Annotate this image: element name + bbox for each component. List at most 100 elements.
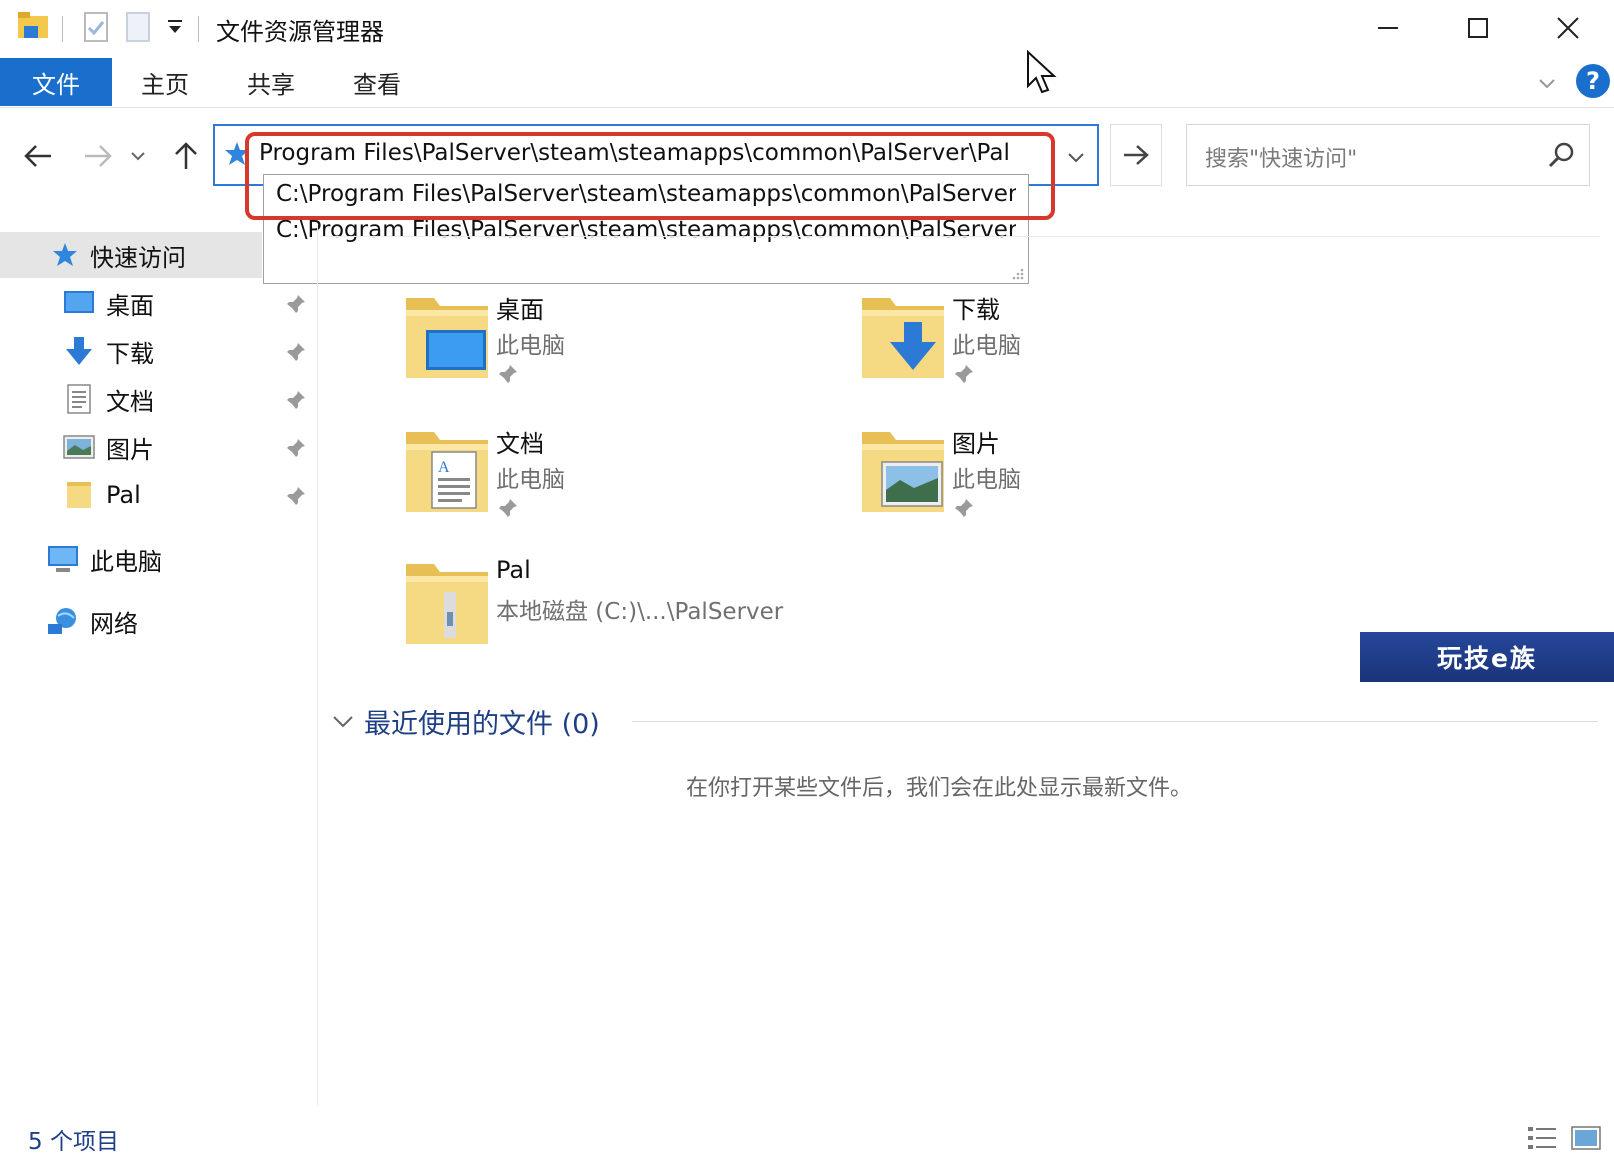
- pin-icon[interactable]: [496, 496, 520, 520]
- pal-folder-icon: [404, 556, 490, 652]
- folder-tile-downloads[interactable]: 下载 此电脑: [860, 290, 1280, 410]
- sidebar-item-pictures[interactable]: 图片: [0, 424, 318, 470]
- folder-name: 桌面: [496, 296, 544, 324]
- forward-button[interactable]: [78, 136, 118, 176]
- folder-name: Pal: [496, 556, 531, 584]
- search-input[interactable]: 搜索"快速访问": [1205, 141, 1357, 173]
- close-icon: [1557, 17, 1579, 39]
- pin-icon[interactable]: [284, 340, 308, 364]
- back-button[interactable]: [18, 136, 58, 176]
- sidebar-item-label: 网络: [90, 609, 138, 638]
- collapse-chevron-icon[interactable]: [332, 715, 354, 729]
- sidebar-item-quick-access[interactable]: 快速访问: [0, 232, 262, 278]
- pin-icon[interactable]: [284, 484, 308, 508]
- up-arrow-icon: [175, 142, 197, 169]
- sidebar-item-pal[interactable]: Pal: [0, 472, 318, 518]
- desktop-folder-icon: [404, 290, 490, 386]
- folder-location: 此电脑: [952, 333, 1021, 359]
- downloads-folder-icon: [860, 290, 946, 386]
- tab-share[interactable]: 共享: [230, 58, 312, 106]
- recent-files-header[interactable]: 最近使用的文件 (0): [332, 702, 600, 741]
- section-divider: [632, 721, 1598, 722]
- folder-tile-documents[interactable]: A 文档 此电脑: [404, 424, 824, 544]
- chevron-down-icon: [1068, 153, 1084, 163]
- network-icon: [46, 604, 80, 638]
- item-count: 5 个项目: [28, 1129, 119, 1155]
- title-bar: 文件资源管理器: [0, 0, 1614, 56]
- help-icon[interactable]: ?: [1576, 64, 1610, 98]
- sidebar-item-label: 文档: [106, 387, 154, 416]
- sidebar-item-label: 快速访问: [90, 243, 186, 272]
- up-button[interactable]: [166, 136, 206, 176]
- folder-icon: [62, 478, 96, 512]
- search-icon[interactable]: [1547, 141, 1575, 169]
- folder-name: 文档: [496, 430, 544, 458]
- window-title: 文件资源管理器: [216, 18, 384, 46]
- sidebar-item-documents[interactable]: 文档: [0, 376, 318, 422]
- details-view-button[interactable]: [1526, 1124, 1558, 1152]
- folder-location: 此电脑: [496, 467, 565, 493]
- minimize-button[interactable]: [1344, 0, 1432, 56]
- pin-icon[interactable]: [284, 436, 308, 460]
- sidebar-item-label: 桌面: [106, 291, 154, 320]
- sidebar-item-desktop[interactable]: 桌面: [0, 280, 318, 326]
- chevron-down-icon: [131, 152, 145, 161]
- folder-location: 本地磁盘 (C:)\...\PalServer: [496, 599, 784, 625]
- pin-icon[interactable]: [952, 496, 976, 520]
- folder-tile-pictures[interactable]: 图片 此电脑: [860, 424, 1280, 544]
- documents-folder-icon: A: [404, 424, 490, 520]
- navigation-pane: 快速访问 桌面 下载 文档 图片 Pal 此电脑 网络: [0, 226, 318, 1106]
- tab-home[interactable]: 主页: [124, 58, 206, 106]
- title-separator: [198, 16, 199, 42]
- close-button[interactable]: [1524, 0, 1612, 56]
- customize-toolbar-icon[interactable]: [166, 18, 184, 42]
- divider: [320, 236, 1600, 237]
- sidebar-item-downloads[interactable]: 下载: [0, 328, 318, 374]
- sidebar-item-label: 下载: [106, 339, 154, 368]
- sidebar-item-label: Pal: [106, 481, 141, 509]
- pin-icon[interactable]: [284, 388, 308, 412]
- maximize-button[interactable]: [1434, 0, 1522, 56]
- svg-text:A: A: [438, 459, 450, 476]
- mouse-cursor-icon: [1027, 50, 1057, 94]
- quick-access-star-icon: [48, 238, 82, 272]
- sidebar-item-this-pc[interactable]: 此电脑: [0, 536, 318, 582]
- maximize-icon: [1468, 18, 1488, 38]
- new-folder-icon[interactable]: [124, 10, 152, 48]
- explorer-folder-icon[interactable]: [16, 10, 50, 44]
- tab-view[interactable]: 查看: [336, 58, 418, 106]
- folder-location: 此电脑: [952, 467, 1021, 493]
- recent-locations-button[interactable]: [126, 136, 150, 176]
- large-icons-view-button[interactable]: [1570, 1124, 1602, 1152]
- watermark-logo: 玩技e族: [1360, 632, 1614, 682]
- properties-icon[interactable]: [82, 10, 110, 48]
- pin-icon[interactable]: [284, 292, 308, 316]
- go-button[interactable]: [1110, 124, 1162, 186]
- ribbon-expand-chevron-icon[interactable]: [1536, 72, 1558, 98]
- search-box[interactable]: 搜索"快速访问": [1186, 124, 1590, 186]
- pin-icon[interactable]: [952, 362, 976, 386]
- document-icon: [62, 382, 96, 416]
- sidebar-item-network[interactable]: 网络: [0, 598, 318, 644]
- pin-icon[interactable]: [496, 362, 520, 386]
- picture-icon: [62, 430, 96, 464]
- status-bar: 5 个项目: [0, 1112, 1614, 1162]
- download-icon: [62, 334, 96, 368]
- large-icons-view-icon: [1571, 1126, 1601, 1150]
- address-dropdown-button[interactable]: [1061, 142, 1091, 172]
- folder-name: 下载: [952, 296, 1000, 324]
- pictures-folder-icon: [860, 424, 946, 520]
- folder-tile-pal[interactable]: Pal 本地磁盘 (C:)\...\PalServer: [404, 556, 824, 676]
- sidebar-item-label: 此电脑: [90, 547, 162, 576]
- tab-file[interactable]: 文件: [0, 58, 112, 106]
- title-separator: [62, 16, 63, 42]
- recent-files-empty-text: 在你打开某些文件后，我们会在此处显示最新文件。: [686, 776, 1193, 801]
- folder-name: 图片: [952, 430, 1000, 458]
- details-view-icon: [1528, 1127, 1556, 1149]
- folder-location: 此电脑: [496, 333, 565, 359]
- folder-tile-desktop[interactable]: 桌面 此电脑: [404, 290, 824, 410]
- forward-arrow-icon: [85, 145, 112, 167]
- go-arrow-icon: [1124, 145, 1149, 165]
- desktop-icon: [62, 286, 96, 320]
- annotation-highlight-box: [245, 132, 1055, 220]
